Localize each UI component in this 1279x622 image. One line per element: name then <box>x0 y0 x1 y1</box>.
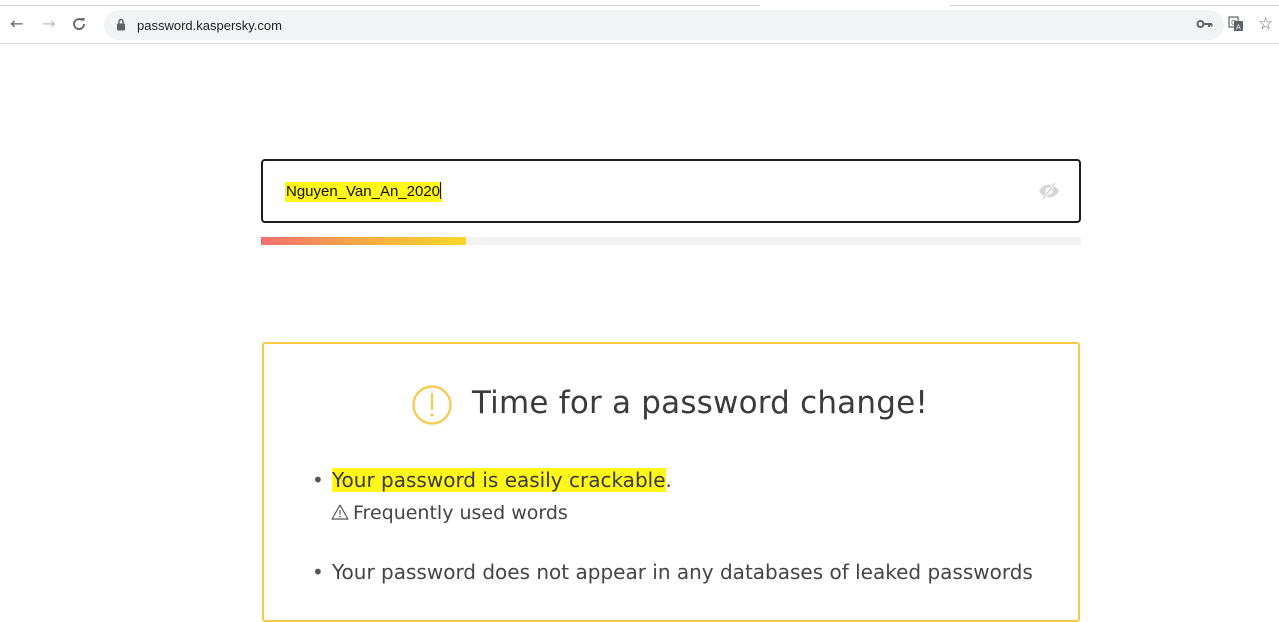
forward-button[interactable]: → <box>40 15 58 33</box>
text-caret <box>440 182 442 199</box>
result-item-suffix: . <box>665 468 672 492</box>
result-header: Time for a password change! <box>264 382 1078 432</box>
password-input[interactable]: Nguyen_Van_An_2020 <box>285 182 443 202</box>
result-title: Time for a password change! <box>472 385 928 421</box>
strength-meter-fill <box>261 237 466 245</box>
result-item: • Your password is easily crackable. <box>312 468 672 492</box>
tab-strip <box>0 0 1279 7</box>
toggle-visibility-button[interactable] <box>1037 179 1061 203</box>
password-input-box[interactable]: Nguyen_Van_An_2020 <box>261 159 1081 223</box>
arrow-right-icon: → <box>42 14 56 33</box>
key-icon[interactable] <box>1196 16 1214 32</box>
result-card: Time for a password change! • Your passwo… <box>262 342 1080 622</box>
translate-icon[interactable]: G A <box>1228 16 1244 32</box>
exclamation-circle-icon <box>412 385 452 425</box>
back-button[interactable]: ← <box>8 15 26 33</box>
warning-triangle-icon <box>331 504 349 520</box>
result-item: • Your password does not appear in any da… <box>312 560 1033 584</box>
result-item-text: Your password is easily crackable <box>332 468 666 492</box>
reload-icon <box>73 18 85 30</box>
password-value: Nguyen_Van_An_2020 <box>286 183 441 200</box>
address-bar[interactable]: password.kaspersky.com <box>104 10 1224 40</box>
bullet: • <box>312 468 324 492</box>
eye-slash-icon <box>1039 182 1059 200</box>
lock-icon <box>117 18 125 31</box>
svg-text:A: A <box>1236 24 1241 32</box>
bookmark-star-icon[interactable]: ☆ <box>1258 16 1273 33</box>
strength-meter <box>261 237 1081 245</box>
result-item-detail: Frequently used words <box>331 502 568 524</box>
bullet: • <box>312 560 324 584</box>
browser-toolbar: ← → password.kaspersky.com G A ☆ <box>0 0 1279 44</box>
result-item-detail-text: Frequently used words <box>353 502 568 524</box>
url-text: password.kaspersky.com <box>137 18 282 33</box>
result-item-text: Your password does not appear in any dat… <box>332 560 1033 584</box>
reload-button[interactable] <box>70 15 88 33</box>
arrow-left-icon: ← <box>10 14 24 33</box>
